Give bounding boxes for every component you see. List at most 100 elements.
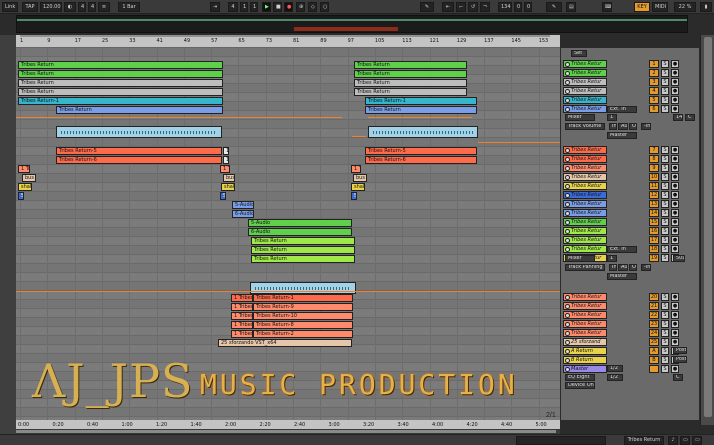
- monitor-auto-button[interactable]: Auto: [618, 123, 628, 130]
- track-activator[interactable]: 20: [649, 293, 659, 301]
- track-name[interactable]: Tribes Retur: [563, 105, 607, 113]
- arrangement-clip[interactable]: 1 Tribes: [220, 165, 230, 173]
- track-fold-icon[interactable]: [565, 98, 570, 103]
- track-activator[interactable]: 4: [649, 87, 659, 95]
- link-button[interactable]: Link: [2, 2, 18, 12]
- solo-button[interactable]: S: [661, 173, 669, 181]
- audio-waveform-clip[interactable]: [56, 126, 222, 138]
- track-activator[interactable]: A: [649, 347, 659, 355]
- quantize-menu[interactable]: 1 Bar: [118, 2, 140, 12]
- arrangement-clip[interactable]: 1 Tribes: [231, 321, 253, 329]
- track-activator[interactable]: 8: [649, 155, 659, 163]
- arm-button[interactable]: ●: [671, 155, 679, 163]
- track-name[interactable]: Tribes Retur: [563, 200, 607, 208]
- track-fold-icon[interactable]: [565, 80, 570, 85]
- track-activator[interactable]: 17: [649, 236, 659, 244]
- arm-button[interactable]: ●: [671, 293, 679, 301]
- arrangement-lane[interactable]: [16, 192, 560, 201]
- loop-length-bars[interactable]: 134: [498, 2, 512, 12]
- track-fold-icon[interactable]: [565, 367, 570, 372]
- track-header[interactable]: Tribes Retur 5 S ●: [561, 96, 699, 105]
- track-name[interactable]: Tribes Retur: [563, 236, 607, 244]
- signature-numerator[interactable]: 4: [78, 2, 86, 12]
- beat-ruler[interactable]: 1 9 17 25 33 41 49 57 65 73 81 89 97 105 113 121 129 137 1…: [16, 35, 560, 48]
- track-header[interactable]: Tribes Retur 17 S ●: [561, 236, 699, 245]
- post-send-button[interactable]: Post: [673, 347, 687, 354]
- automation-line[interactable]: [368, 117, 472, 118]
- overdub-icon[interactable]: ⊕: [296, 2, 305, 12]
- arrangement-lane[interactable]: [16, 48, 560, 57]
- input-type-menu[interactable]: Ext. In: [607, 106, 637, 113]
- track-header[interactable]: Tribes Retur 10 S ●: [561, 173, 699, 182]
- track-activator[interactable]: 11: [649, 182, 659, 190]
- track-name[interactable]: Tribes Retur: [563, 302, 607, 310]
- midi-icon[interactable]: ♪: [668, 436, 678, 445]
- track-header[interactable]: Tribes Retur 13 S ●: [561, 200, 699, 209]
- set-button[interactable]: Set: [571, 50, 587, 57]
- track-name[interactable]: Tribes Retur: [563, 329, 607, 337]
- track-header[interactable]: Tribes Retur 4 S ●: [561, 87, 699, 96]
- monitor-off-button[interactable]: Off: [629, 123, 637, 130]
- audio-waveform-clip[interactable]: [368, 126, 478, 138]
- solo-button[interactable]: S: [661, 78, 669, 86]
- track-activator[interactable]: 15: [649, 218, 659, 226]
- track-name[interactable]: Tribes Retur: [563, 146, 607, 154]
- solo-button[interactable]: S: [661, 227, 669, 235]
- track-activator[interactable]: 14: [649, 209, 659, 217]
- stop-button[interactable]: ■: [273, 2, 282, 12]
- track-fold-icon[interactable]: [565, 202, 570, 207]
- solo-button[interactable]: S: [661, 96, 669, 104]
- track-header[interactable]: Tribes Retur 2 S ●: [561, 69, 699, 78]
- arrangement-clip[interactable]: 1 Tribes: [351, 165, 361, 173]
- solo-button[interactable]: S: [661, 236, 669, 244]
- track-activator[interactable]: 6: [649, 105, 659, 113]
- arrangement-clip[interactable]: Tribes Return: [354, 70, 467, 78]
- metronome-icon[interactable]: ◐: [64, 2, 76, 12]
- track-activator[interactable]: 19: [649, 254, 659, 262]
- track-fold-icon[interactable]: [565, 304, 570, 309]
- track-name[interactable]: Tribes Retur: [563, 191, 607, 199]
- track-name[interactable]: Tribes Retur: [563, 227, 607, 235]
- solo-button[interactable]: S: [661, 254, 669, 262]
- track-activator[interactable]: 7: [649, 146, 659, 154]
- punch-out-icon[interactable]: ¬: [480, 2, 490, 12]
- arrangement-clip[interactable]: Tribes Return-1: [365, 97, 477, 105]
- track-fold-icon[interactable]: [565, 340, 570, 345]
- arm-button[interactable]: ●: [671, 105, 679, 113]
- track-header[interactable]: Tribes Retur 1 S ●: [561, 60, 699, 69]
- arrangement-clip[interactable]: Tribes Return: [251, 246, 355, 254]
- arrangement-clip[interactable]: shake: [351, 183, 365, 191]
- track-activator[interactable]: 1: [649, 60, 659, 68]
- track-fold-icon[interactable]: [565, 107, 570, 112]
- track-fold-icon[interactable]: [565, 349, 570, 354]
- vertical-scroll-thumb[interactable]: [704, 37, 712, 417]
- solo-button[interactable]: S: [661, 347, 669, 355]
- arm-button[interactable]: ●: [671, 191, 679, 199]
- record-button[interactable]: ●: [284, 2, 293, 12]
- solo-button[interactable]: S: [661, 60, 669, 68]
- arm-button[interactable]: ●: [671, 173, 679, 181]
- punch-in-icon[interactable]: ⌐: [456, 2, 466, 12]
- track-header[interactable]: Tribes Retur 20 S ●: [561, 293, 699, 302]
- arrangement-clip[interactable]: 1 Tribes: [18, 165, 30, 173]
- arrangement-lane[interactable]: [16, 273, 560, 282]
- track-header[interactable]: Tribes Retur 15 S ●: [561, 218, 699, 227]
- computer-keyboard-icon[interactable]: ⌨: [602, 2, 612, 12]
- arm-button[interactable]: ●: [671, 209, 679, 217]
- automation-device-menu[interactable]: Mixer: [565, 114, 595, 121]
- track-activator[interactable]: 12: [649, 191, 659, 199]
- monitor-auto-button[interactable]: Auto: [618, 264, 628, 271]
- arrangement-clip[interactable]: 6-Audio: [248, 228, 352, 236]
- track-fold-icon[interactable]: [565, 89, 570, 94]
- arrangement-clip[interactable]: 1 Tribes: [223, 147, 229, 155]
- track-view-icon[interactable]: ▭: [680, 436, 690, 445]
- solo-button[interactable]: S: [661, 191, 669, 199]
- solo-button[interactable]: S: [661, 164, 669, 172]
- arrangement-clip[interactable]: Tribes Return-9: [253, 303, 353, 311]
- arm-button[interactable]: ●: [671, 365, 679, 373]
- arrangement-clip[interactable]: Tribes Return-10: [253, 312, 353, 320]
- arrangement-clip[interactable]: Tribes Return: [251, 237, 355, 245]
- arm-button[interactable]: ●: [671, 164, 679, 172]
- monitor-in-button[interactable]: In: [609, 123, 617, 130]
- arrangement-clip[interactable]: 1 Tribes: [231, 294, 253, 302]
